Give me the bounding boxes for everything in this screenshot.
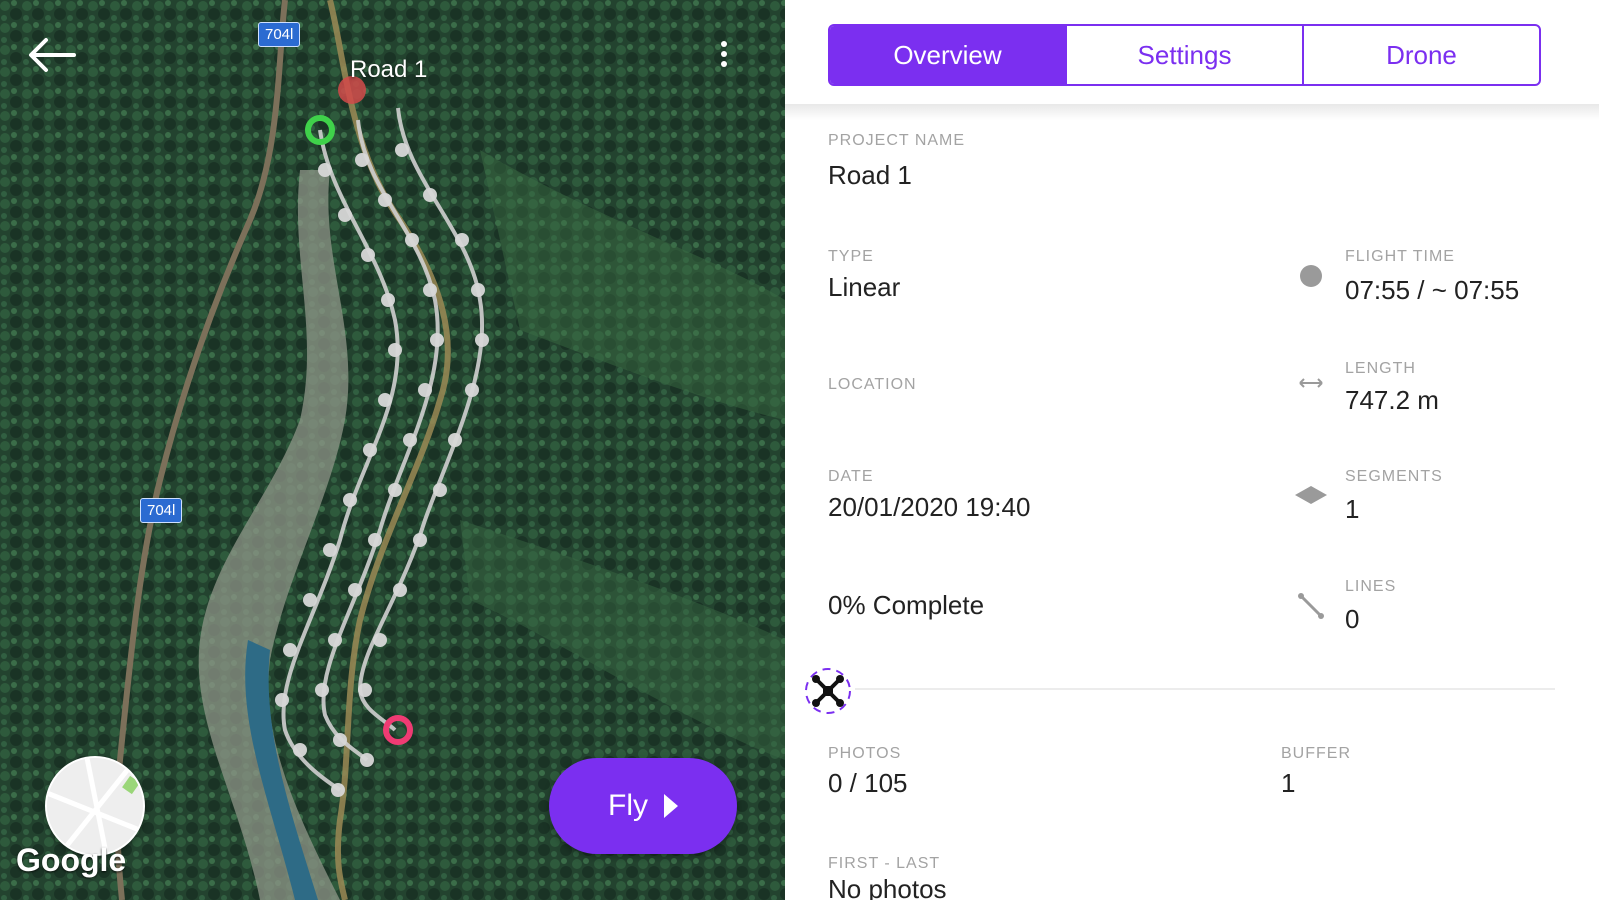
project-name-value: Road 1 — [828, 160, 912, 190]
more-options-icon[interactable] — [712, 38, 736, 74]
segments-icon — [1295, 486, 1327, 504]
flight-time-value: 07:55 / ~ 07:55 — [1345, 275, 1520, 305]
map-view[interactable]: 704l 704l Road 1 Google Fly — [0, 0, 785, 900]
photos-label: PHOTOS — [828, 745, 902, 762]
drone-icon — [805, 668, 851, 714]
fly-button-label: Fly — [608, 789, 648, 822]
buffer-value: 1 — [1281, 768, 1296, 798]
type-label: TYPE — [828, 248, 874, 265]
tab-overview[interactable]: Overview — [830, 26, 1067, 84]
map-provider-logo: Google — [16, 842, 127, 878]
length-value: 747.2 m — [1345, 385, 1439, 415]
date-value: 20/01/2020 19:40 — [828, 492, 1031, 522]
clock-icon — [1300, 265, 1322, 287]
flight-time-label: FLIGHT TIME — [1345, 248, 1455, 265]
back-arrow-icon[interactable] — [22, 30, 82, 80]
lines-value: 0 — [1345, 604, 1360, 634]
fly-button[interactable]: Fly — [549, 758, 737, 854]
location-label: LOCATION — [828, 376, 917, 393]
road-shield: 704l — [258, 22, 301, 47]
segments-value: 1 — [1345, 494, 1360, 524]
section-divider — [855, 688, 1555, 690]
segments-label: SEGMENTS — [1345, 468, 1443, 485]
header-shadow — [785, 104, 1599, 120]
play-arrow-icon — [664, 794, 678, 818]
type-value: Linear — [828, 272, 901, 302]
project-details-panel: Overview Settings Drone PROJECT NAME Roa… — [785, 0, 1599, 900]
tab-bar: Overview Settings Drone — [828, 24, 1541, 86]
tab-settings[interactable]: Settings — [1067, 26, 1304, 84]
map-project-title: Road 1 — [350, 56, 428, 83]
tab-drone[interactable]: Drone — [1304, 26, 1539, 84]
lines-label: LINES — [1345, 578, 1397, 595]
completion-status: 0% Complete — [828, 590, 985, 620]
date-label: DATE — [828, 468, 874, 485]
map-type-toggle-button[interactable] — [45, 756, 145, 856]
project-name-label: PROJECT NAME — [828, 132, 966, 149]
photos-value: 0 / 105 — [828, 768, 908, 798]
first-last-value: No photos — [828, 874, 947, 900]
app-root: 704l 704l Road 1 Google Fly Overview Set… — [0, 0, 1599, 900]
buffer-label: BUFFER — [1281, 745, 1351, 762]
road-shield: 704l — [140, 498, 183, 523]
first-last-label: FIRST - LAST — [828, 855, 941, 872]
length-arrows-icon — [1299, 378, 1323, 388]
lines-icon — [1298, 593, 1324, 619]
length-label: LENGTH — [1345, 360, 1416, 377]
